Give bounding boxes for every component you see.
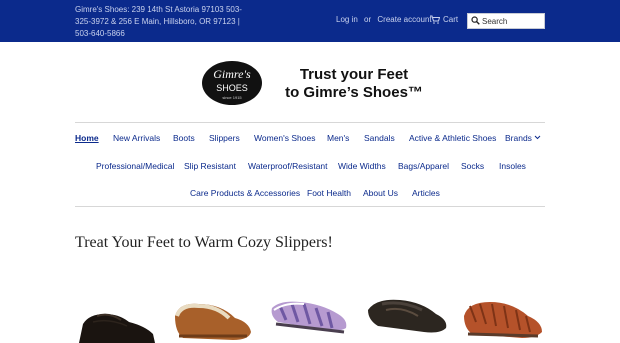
store-logo[interactable]: Gimre's SHOES since 1915 (201, 60, 263, 106)
tagline-line1: Trust your Feet (299, 66, 409, 83)
nav-active-athletic[interactable]: Active & Athletic Shoes (409, 133, 496, 143)
nav-divider-bottom (75, 206, 545, 207)
tagline: Trust your Feet to Gimre’s Shoes™ (279, 66, 429, 102)
search-input[interactable] (482, 15, 542, 27)
cart-label: Cart (443, 15, 459, 24)
product-image-2[interactable] (173, 292, 253, 343)
nav-foot-health[interactable]: Foot Health (307, 188, 351, 198)
nav-articles[interactable]: Articles (412, 188, 440, 198)
account-links: Log in or Create account (336, 15, 436, 24)
login-link[interactable]: Log in (336, 15, 358, 24)
nav-about-us[interactable]: About Us (363, 188, 398, 198)
nav-wide-widths[interactable]: Wide Widths (338, 161, 386, 171)
product-image-5[interactable] (462, 292, 544, 343)
nav-mens[interactable]: Men's (327, 133, 349, 143)
product-image-3[interactable] (270, 292, 350, 343)
nav-womens-shoes[interactable]: Women's Shoes (254, 133, 315, 143)
nav-new-arrivals[interactable]: New Arrivals (113, 133, 160, 143)
create-account-link[interactable]: Create account (377, 15, 431, 24)
nav-professional-medical[interactable]: Professional/Medical (96, 161, 174, 171)
search-icon[interactable] (471, 16, 480, 25)
nav-home[interactable]: Home (75, 133, 99, 143)
nav-brands[interactable]: Brands (505, 133, 541, 143)
nav-insoles[interactable]: Insoles (499, 161, 526, 171)
tagline-line2: to Gimre’s Shoes™ (285, 84, 423, 101)
nav-care-products[interactable]: Care Products & Accessories (190, 188, 300, 198)
nav-sandals[interactable]: Sandals (364, 133, 395, 143)
or-text: or (364, 15, 372, 24)
logo-text-top: Gimre's (213, 67, 251, 81)
nav-slip-resistant[interactable]: Slip Resistant (184, 161, 236, 171)
product-image-1[interactable] (75, 292, 157, 343)
nav-socks[interactable]: Socks (461, 161, 484, 171)
top-bar: Gimre's Shoes: 239 14th St Astoria 97103… (0, 0, 620, 42)
nav-boots[interactable]: Boots (173, 133, 195, 143)
nav-waterproof[interactable]: Waterproof/Resistant (248, 161, 328, 171)
nav-bags-apparel[interactable]: Bags/Apparel (398, 161, 449, 171)
nav-divider-top (75, 122, 545, 123)
chevron-down-icon (534, 135, 541, 140)
product-image-4[interactable] (366, 292, 448, 343)
cart-link[interactable]: Cart (430, 15, 458, 24)
nav-brands-label: Brands (505, 133, 532, 143)
search-box[interactable] (467, 13, 545, 29)
page-heading: Treat Your Feet to Warm Cozy Slippers! (75, 234, 333, 251)
store-address: Gimre's Shoes: 239 14th St Astoria 97103… (75, 5, 242, 38)
nav-slippers[interactable]: Slippers (209, 133, 240, 143)
cart-icon (430, 15, 441, 24)
logo-since: since 1915 (222, 95, 242, 100)
logo-text-bottom: SHOES (216, 83, 248, 93)
